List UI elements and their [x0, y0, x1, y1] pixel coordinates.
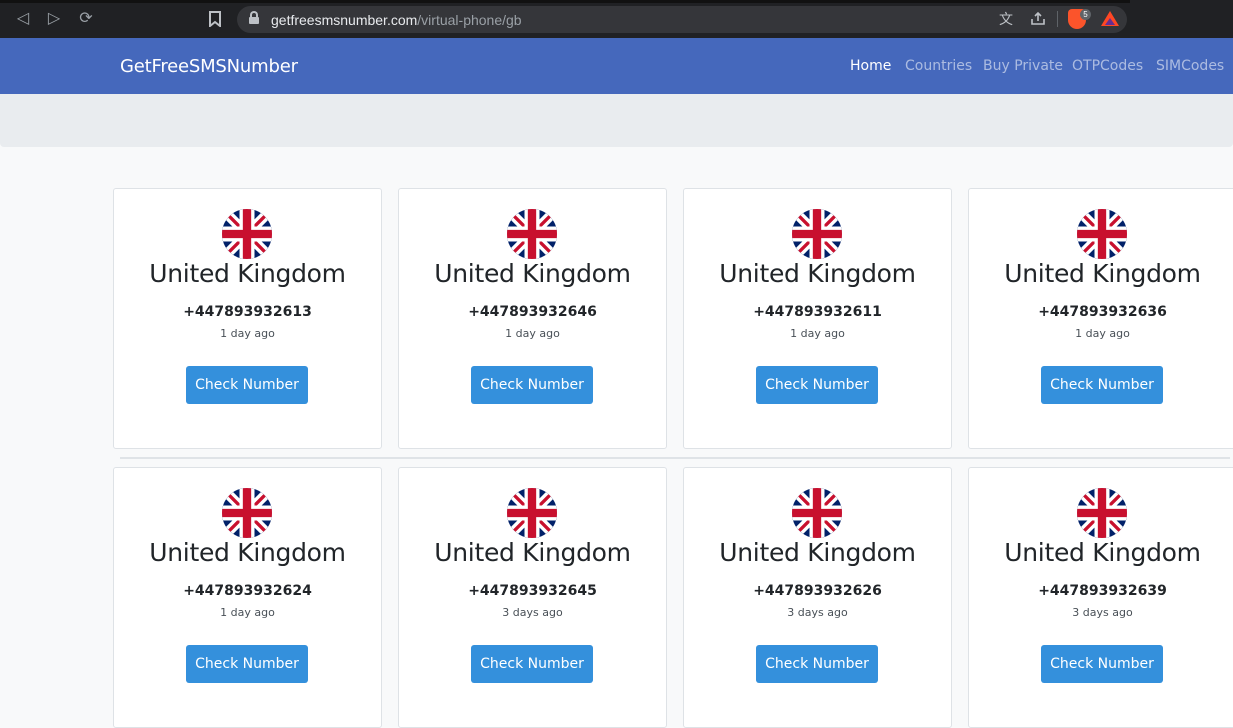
nav-countries[interactable]: Countries [905, 58, 972, 74]
number-card: United Kingdom +447893932613 1 day ago Chec… [113, 188, 382, 449]
url-text[interactable]: getfreesmsnumber.com/virtual-phone/gb [271, 12, 522, 28]
check-number-button[interactable]: Check Number [1041, 645, 1163, 683]
phone-number: +447893932645 [468, 583, 597, 599]
uk-flag-icon [1077, 488, 1127, 538]
check-number-button[interactable]: Check Number [186, 366, 308, 404]
check-number-button[interactable]: Check Number [756, 366, 878, 404]
number-card: United Kingdom +447893932636 1 day ago Chec… [968, 188, 1233, 449]
toolbar-right-area [1130, 0, 1233, 38]
phone-number: +447893932624 [183, 583, 312, 599]
check-number-button[interactable]: Check Number [1041, 366, 1163, 404]
uk-flag-icon [507, 209, 557, 259]
last-active-time: 1 day ago [790, 327, 845, 340]
last-active-time: 3 days ago [787, 606, 848, 619]
url-domain: getfreesmsnumber.com [271, 12, 418, 28]
url-path: /virtual-phone/gb [417, 12, 522, 28]
nav-home[interactable]: Home [850, 58, 891, 74]
number-card: United Kingdom +447893932639 3 days ago Che… [968, 467, 1233, 728]
number-card: United Kingdom +447893932645 3 days ago Che… [398, 467, 667, 728]
tab-strip [0, 0, 1233, 3]
number-card: United Kingdom +447893932611 1 day ago Chec… [683, 188, 952, 449]
translate-icon[interactable]: 文 [997, 10, 1015, 28]
brave-rewards-inner [1105, 18, 1115, 25]
last-active-time: 1 day ago [1075, 327, 1130, 340]
site-brand[interactable]: GetFreeSMSNumber [120, 56, 298, 77]
shields-count-badge: 5 [1080, 9, 1091, 20]
uk-flag-icon [507, 488, 557, 538]
country-name: United Kingdom [719, 259, 916, 288]
country-name: United Kingdom [719, 538, 916, 567]
toolbar-separator [1057, 11, 1058, 27]
number-card: United Kingdom +447893932646 1 day ago Chec… [398, 188, 667, 449]
country-name: United Kingdom [149, 538, 346, 567]
country-name: United Kingdom [434, 259, 631, 288]
row-divider [120, 457, 1230, 459]
nav-simcodes[interactable]: SIMCodes [1156, 58, 1224, 74]
check-number-button[interactable]: Check Number [186, 645, 308, 683]
back-icon[interactable]: ◁ [13, 9, 33, 29]
phone-number: +447893932613 [183, 304, 312, 320]
uk-flag-icon [792, 209, 842, 259]
jumbotron-banner [0, 94, 1233, 147]
phone-number: +447893932611 [753, 304, 882, 320]
check-number-button[interactable]: Check Number [471, 366, 593, 404]
bookmark-icon[interactable] [205, 9, 225, 29]
check-number-button[interactable]: Check Number [756, 645, 878, 683]
check-number-button[interactable]: Check Number [471, 645, 593, 683]
forward-icon[interactable]: ▷ [44, 9, 64, 29]
phone-number: +447893932636 [1038, 304, 1167, 320]
nav-otpcodes[interactable]: OTPCodes [1072, 58, 1143, 74]
number-card: United Kingdom +447893932624 1 day ago Chec… [113, 467, 382, 728]
reload-icon[interactable]: ⟳ [76, 9, 96, 29]
uk-flag-icon [1077, 209, 1127, 259]
last-active-time: 1 day ago [505, 327, 560, 340]
country-name: United Kingdom [434, 538, 631, 567]
last-active-time: 1 day ago [220, 327, 275, 340]
phone-number: +447893932639 [1038, 583, 1167, 599]
last-active-time: 3 days ago [1072, 606, 1133, 619]
country-name: United Kingdom [1004, 259, 1201, 288]
last-active-time: 1 day ago [220, 606, 275, 619]
lock-icon[interactable] [249, 11, 259, 24]
number-card: United Kingdom +447893932626 3 days ago Che… [683, 467, 952, 728]
nav-buy-private[interactable]: Buy Private [983, 58, 1063, 74]
share-icon[interactable] [1029, 10, 1047, 28]
phone-number: +447893932646 [468, 304, 597, 320]
phone-number: +447893932626 [753, 583, 882, 599]
country-name: United Kingdom [149, 259, 346, 288]
uk-flag-icon [222, 209, 272, 259]
country-name: United Kingdom [1004, 538, 1201, 567]
uk-flag-icon [792, 488, 842, 538]
last-active-time: 3 days ago [502, 606, 563, 619]
uk-flag-icon [222, 488, 272, 538]
